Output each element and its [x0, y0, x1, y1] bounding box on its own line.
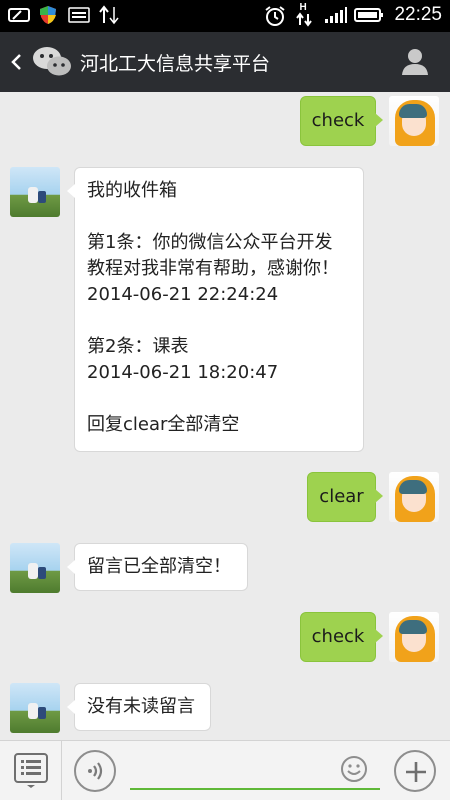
message-text: clear	[319, 486, 364, 507]
voice-icon	[85, 760, 107, 786]
voice-button[interactable]	[74, 750, 116, 792]
message-bubble-outgoing[interactable]: check	[300, 612, 383, 662]
message-text: 留言已全部清空！	[87, 556, 231, 577]
user-avatar[interactable]	[389, 472, 439, 522]
battery-icon	[354, 5, 384, 25]
status-bar: H 22:25	[0, 0, 450, 32]
message-text: check	[311, 110, 365, 131]
message-bubble-incoming[interactable]: 没有未读留言	[67, 683, 211, 731]
message-bubble-incoming[interactable]: 我的收件箱 第1条：你的微信公众平台开发 教程对我非常有帮助，感谢你！ 2014…	[67, 167, 364, 452]
message-text: 我的收件箱 第1条：你的微信公众平台开发 教程对我非常有帮助，感谢你！ 2014…	[87, 180, 339, 435]
user-avatar[interactable]	[389, 612, 439, 662]
keyboard-icon	[68, 5, 90, 25]
bot-avatar[interactable]	[10, 543, 60, 593]
person-icon[interactable]	[400, 46, 430, 76]
chat-header: 河北工大信息共享平台	[0, 32, 450, 92]
status-time: 22:25	[394, 4, 442, 25]
user-avatar[interactable]	[389, 96, 439, 146]
chat-area[interactable]: check 我的收件箱 第1条：你的微信公众平台开发 教程对我非常有帮助，感谢你…	[0, 92, 450, 740]
signal-icon	[324, 5, 348, 25]
data-arrows-icon: H	[294, 2, 314, 27]
message-bubble-outgoing[interactable]: check	[300, 96, 383, 146]
message-bubble-outgoing[interactable]: clear	[307, 472, 383, 522]
plus-button[interactable]	[394, 750, 436, 792]
screen-cast-icon	[8, 5, 30, 25]
emoji-icon[interactable]	[340, 755, 368, 783]
shield-icon	[38, 5, 58, 25]
input-bar	[0, 740, 450, 800]
bot-avatar[interactable]	[10, 683, 60, 733]
chevron-left-icon[interactable]	[8, 48, 26, 76]
message-bubble-incoming[interactable]: 留言已全部清空！	[67, 543, 248, 591]
alarm-icon	[264, 5, 286, 26]
plus-icon	[404, 760, 428, 788]
wechat-logo-icon	[32, 45, 72, 79]
message-text: 没有未读留言	[87, 696, 195, 717]
bot-avatar[interactable]	[10, 167, 60, 217]
menu-list-button[interactable]	[0, 741, 62, 800]
message-input[interactable]	[130, 788, 380, 790]
menu-list-icon	[14, 753, 48, 793]
message-text: check	[311, 626, 365, 647]
chat-title: 河北工大信息共享平台	[80, 53, 271, 75]
transfer-icon	[98, 5, 119, 25]
